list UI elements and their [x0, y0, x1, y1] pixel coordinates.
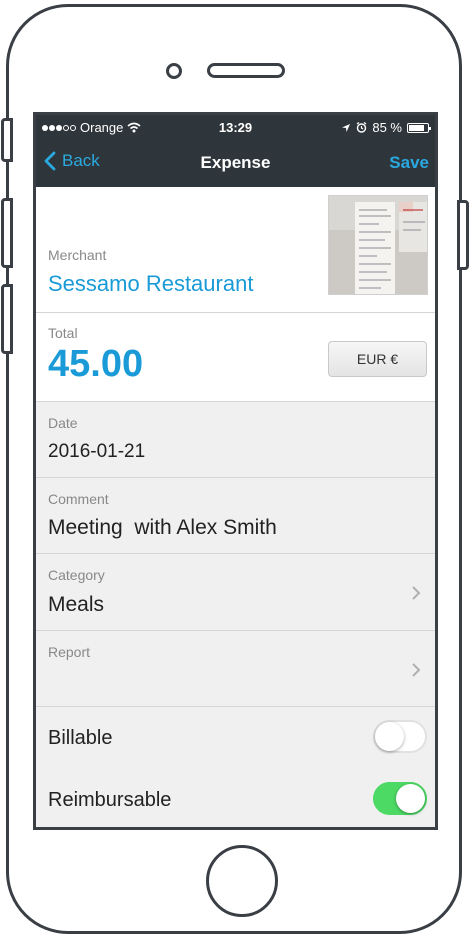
report-field[interactable]: Report [36, 631, 435, 707]
total-amount: 45.00 [48, 343, 144, 385]
comment-label: Comment [48, 491, 109, 507]
billable-label: Billable [48, 727, 113, 749]
chevron-right-icon [412, 663, 421, 677]
alarm-icon [356, 122, 367, 133]
merchant-value: Sessamo Restaurant [48, 271, 254, 296]
volume-down-button [1, 284, 13, 354]
category-value: Meals [48, 593, 105, 616]
status-bar: Orange 13:29 85 % [36, 120, 435, 138]
date-label: Date [48, 415, 78, 431]
billable-row: Billable [36, 707, 435, 769]
currency-button[interactable]: EUR € [328, 341, 427, 377]
reimbursable-label: Reimbursable [48, 789, 172, 811]
merchant-label: Merchant [48, 247, 107, 263]
receipt-thumbnail[interactable] [328, 195, 428, 295]
battery-icon [407, 122, 431, 133]
reimbursable-row: Reimbursable [36, 769, 435, 827]
chevron-right-icon [412, 586, 421, 600]
total-field[interactable]: Total 45.00 EUR € [36, 313, 435, 402]
app-header: Orange 13:29 85 % Back Expense Save [36, 115, 435, 187]
toggle-knob [396, 784, 425, 813]
receipt-image [329, 196, 427, 294]
mute-switch [1, 118, 13, 162]
location-arrow-icon [342, 123, 351, 132]
report-label: Report [48, 644, 91, 660]
date-value: 2016-01-21 [48, 441, 146, 462]
home-button[interactable] [206, 845, 278, 917]
front-camera [166, 63, 182, 79]
reimbursable-toggle[interactable] [373, 782, 427, 815]
category-label: Category [48, 567, 105, 583]
total-label: Total [48, 325, 78, 341]
screen: Orange 13:29 85 % Back Expense Save Merc… [33, 112, 438, 830]
save-button[interactable]: Save [389, 153, 429, 173]
date-field[interactable]: Date 2016-01-21 [36, 402, 435, 478]
battery-percent: 85 % [372, 120, 402, 135]
category-field[interactable]: Category Meals [36, 554, 435, 631]
page-title: Expense [200, 153, 271, 172]
navigation-bar: Back Expense Save [36, 151, 435, 181]
billable-toggle[interactable] [373, 720, 427, 753]
earpiece-speaker [207, 63, 285, 78]
volume-up-button [1, 198, 13, 268]
toggle-knob [375, 722, 404, 751]
power-button [457, 200, 469, 270]
comment-value: Meeting with Alex Smith [48, 516, 277, 539]
comment-field[interactable]: Comment Meeting with Alex Smith [36, 478, 435, 554]
